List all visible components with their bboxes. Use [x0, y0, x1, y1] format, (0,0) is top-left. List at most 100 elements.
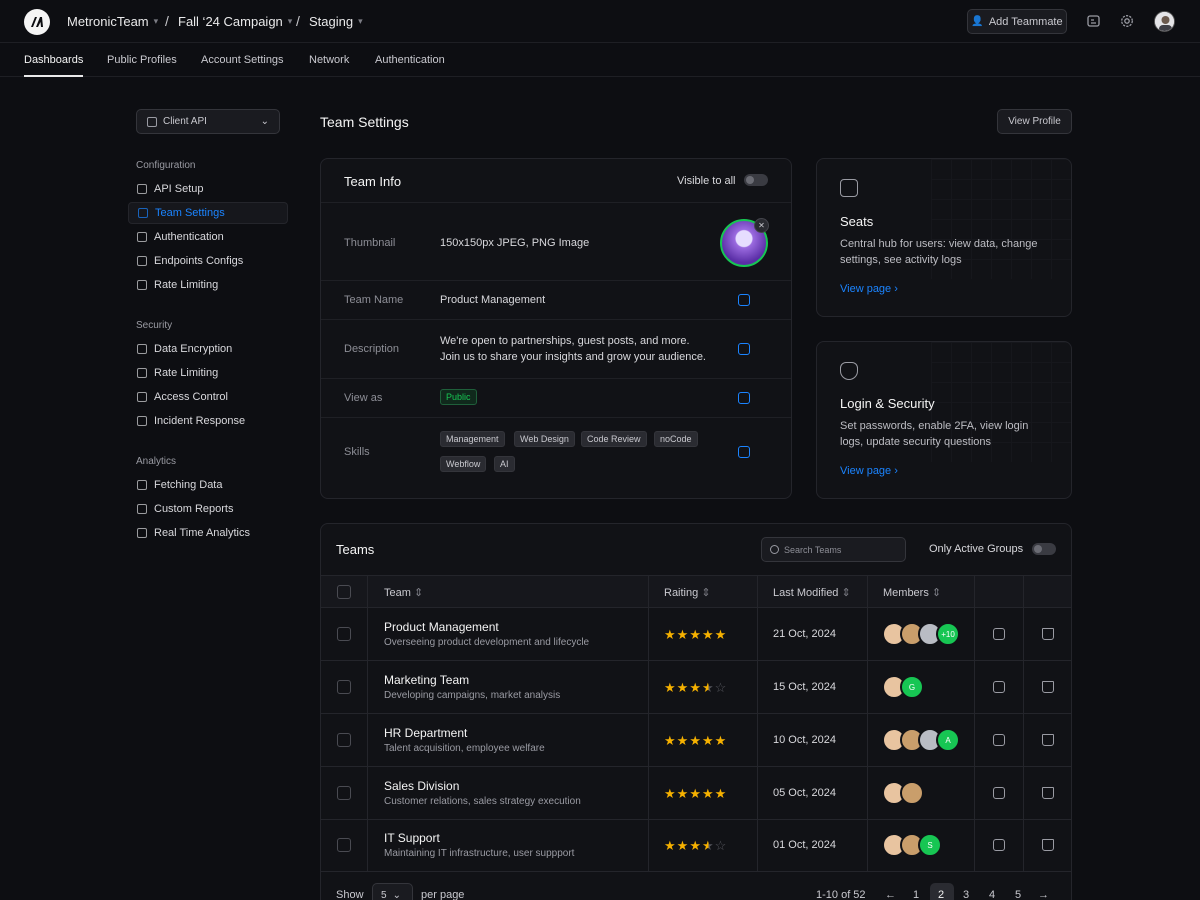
member-extra-badge: A — [936, 728, 960, 752]
visible-toggle[interactable] — [744, 174, 768, 186]
team-row-name[interactable]: HR Department — [384, 726, 467, 740]
team-row-description: Customer relations, sales strategy execu… — [384, 796, 581, 807]
row-checkbox[interactable] — [337, 733, 351, 747]
team-row-name[interactable]: IT Support — [384, 831, 440, 845]
sidebar-item-endpoints-configs[interactable]: Endpoints Configs — [128, 250, 288, 272]
divider — [321, 871, 1071, 872]
user-avatar[interactable] — [1154, 11, 1175, 32]
team-row-name[interactable]: Product Management — [384, 620, 499, 634]
edit-icon[interactable] — [993, 734, 1005, 746]
sidebar-item-label: Team Settings — [155, 207, 225, 219]
add-teammate-button[interactable]: 👤 Add Teammate — [967, 9, 1067, 34]
sidebar-item-authentication[interactable]: Authentication — [128, 226, 288, 248]
edit-icon[interactable] — [738, 343, 750, 355]
skill-badge: Code Review — [581, 431, 647, 447]
tab-authentication[interactable]: Authentication — [375, 54, 445, 66]
view-profile-button[interactable]: View Profile — [997, 109, 1072, 134]
page-4[interactable]: 4 — [989, 889, 995, 900]
column-rating[interactable]: Raiting ⇕ — [664, 586, 711, 599]
sidebar-item-rate-limiting[interactable]: Rate Limiting — [128, 274, 288, 296]
trash-icon[interactable] — [1042, 734, 1054, 746]
only-active-toggle[interactable] — [1032, 543, 1056, 555]
trash-icon[interactable] — [1042, 628, 1054, 640]
only-active-label: Only Active Groups — [929, 543, 1024, 555]
column-members[interactable]: Members ⇕ — [883, 586, 941, 599]
members-stack[interactable] — [882, 781, 924, 805]
skill-badge: noCode — [654, 431, 698, 447]
chevron-down-icon: ▾ — [153, 16, 159, 26]
seats-view-page-link[interactable]: View page › — [840, 283, 898, 295]
thumbnail-label: Thumbnail — [344, 237, 396, 249]
client-select-value: Client API — [163, 116, 207, 127]
next-page-icon[interactable]: → — [1038, 889, 1049, 900]
trash-icon[interactable] — [1042, 681, 1054, 693]
select-all-checkbox[interactable] — [337, 585, 351, 599]
prev-page-icon[interactable]: ← — [885, 889, 896, 900]
edit-icon[interactable] — [993, 839, 1005, 851]
page-3[interactable]: 3 — [963, 889, 969, 900]
sidebar-item-api-setup[interactable]: API Setup — [128, 178, 288, 200]
trash-icon[interactable] — [1042, 839, 1054, 851]
chevron-down-icon: ▾ — [358, 16, 363, 26]
search-teams-input[interactable]: Search Teams — [761, 537, 906, 562]
link-label: View page — [840, 465, 892, 477]
tab-public-profiles[interactable]: Public Profiles — [107, 54, 177, 66]
page-5[interactable]: 5 — [1015, 889, 1021, 900]
settings-icon — [137, 184, 147, 194]
sidebar-item-access-control[interactable]: Access Control — [128, 386, 288, 408]
row-divider — [321, 819, 1071, 820]
per-page-select[interactable]: 5 ⌄ — [372, 883, 413, 900]
client-select[interactable]: Client API ⌄ — [136, 109, 280, 134]
row-checkbox[interactable] — [337, 680, 351, 694]
sidebar-item-fetching-data[interactable]: Fetching Data — [128, 474, 288, 496]
trash-icon[interactable] — [1042, 787, 1054, 799]
edit-icon[interactable] — [993, 681, 1005, 693]
sidebar-item-label: Rate Limiting — [154, 367, 219, 379]
members-stack[interactable]: S — [882, 833, 942, 857]
team-row-name[interactable]: Sales Division — [384, 779, 459, 793]
tab-account-settings[interactable]: Account Settings — [201, 54, 284, 66]
team-name-label: Team Name — [344, 294, 404, 306]
row-checkbox[interactable] — [337, 627, 351, 641]
tab-network[interactable]: Network — [309, 54, 349, 66]
sidebar-item-custom-reports[interactable]: Custom Reports — [128, 498, 288, 520]
members-stack[interactable]: G — [882, 675, 924, 699]
campaign-switcher[interactable]: Fall ‘24 Campaign ▾ — [178, 14, 292, 29]
rating-stars: ★★★★☆ — [664, 680, 728, 695]
page-2[interactable]: 2 — [938, 889, 944, 900]
team-switcher[interactable]: MetronicTeam ▾ — [67, 14, 158, 29]
chevron-right-icon: › — [894, 283, 898, 295]
row-checkbox[interactable] — [337, 838, 351, 852]
sidebar-item-label: Access Control — [154, 391, 228, 403]
shield-icon — [137, 392, 147, 402]
members-stack[interactable]: +10 — [882, 622, 960, 646]
chat-icon[interactable] — [1085, 12, 1103, 30]
login-security-view-page-link[interactable]: View page › — [840, 465, 898, 477]
column-last-modified[interactable]: Last Modified ⇕ — [773, 586, 851, 599]
close-icon[interactable]: ✕ — [754, 218, 769, 233]
members-stack[interactable]: A — [882, 728, 960, 752]
app-logo[interactable] — [24, 9, 50, 35]
team-row-description: Developing campaigns, market analysis — [384, 690, 561, 701]
breadcrumb-separator: / — [165, 13, 169, 29]
edit-icon[interactable] — [993, 628, 1005, 640]
env-switcher[interactable]: Staging ▾ — [309, 14, 363, 29]
page-1[interactable]: 1 — [913, 889, 919, 900]
column-team[interactable]: Team ⇕ — [384, 586, 423, 599]
sidebar-item-incident-response[interactable]: Incident Response — [128, 410, 288, 432]
gear-icon[interactable] — [1118, 12, 1136, 30]
member-extra-badge: G — [900, 675, 924, 699]
sidebar-item-rate-limiting-security[interactable]: Rate Limiting — [128, 362, 288, 384]
tab-dashboards[interactable]: Dashboards — [24, 54, 83, 66]
edit-icon[interactable] — [738, 294, 750, 306]
sidebar-item-data-encryption[interactable]: Data Encryption — [128, 338, 288, 360]
team-row-name[interactable]: Marketing Team — [384, 673, 469, 687]
active-tab-indicator — [24, 75, 83, 77]
edit-icon[interactable] — [993, 787, 1005, 799]
add-teammate-label: Add Teammate — [988, 15, 1063, 28]
edit-icon[interactable] — [738, 446, 750, 458]
sidebar-item-team-settings[interactable]: Team Settings — [128, 202, 288, 224]
row-checkbox[interactable] — [337, 786, 351, 800]
sidebar-item-real-time-analytics[interactable]: Real Time Analytics — [128, 522, 288, 544]
edit-icon[interactable] — [738, 392, 750, 404]
